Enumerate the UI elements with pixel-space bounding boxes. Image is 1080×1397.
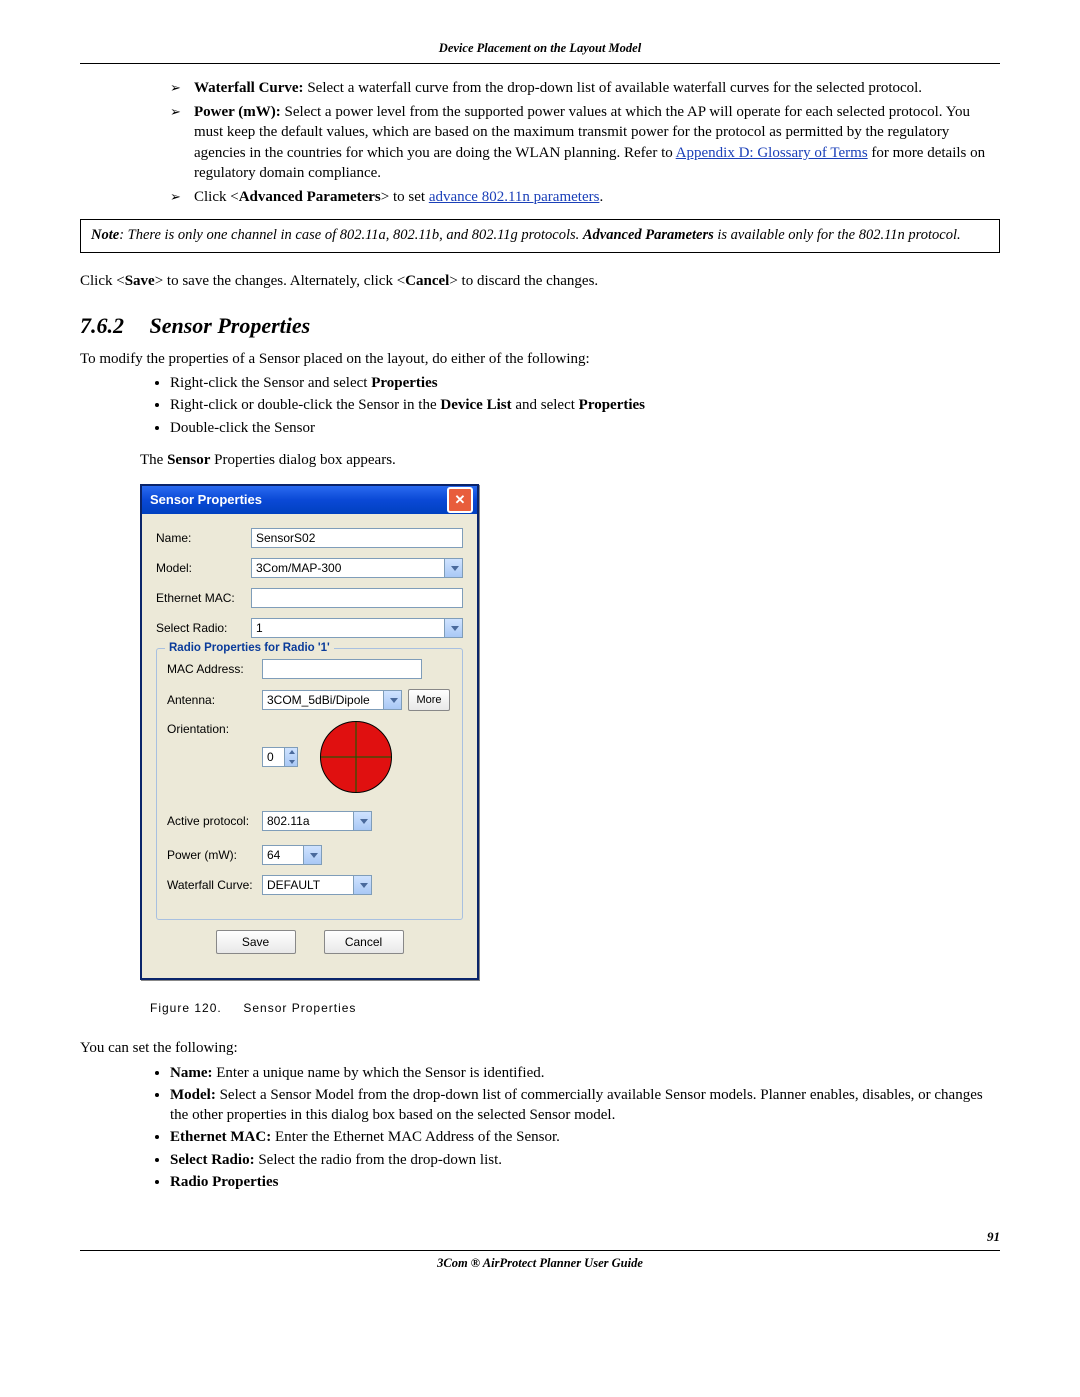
page: Device Placement on the Layout Model Wat… [40, 0, 1040, 1291]
item-advanced: Click <Advanced Parameters> to set advan… [170, 187, 1000, 207]
chevron-down-icon [451, 626, 459, 631]
label-name: Name: [156, 530, 251, 546]
label-radio: Select Radio: [156, 620, 251, 636]
cancel-button[interactable]: Cancel [324, 930, 404, 954]
footer: 3Com ® AirProtect Planner User Guide [80, 1251, 1000, 1272]
prop-emac: Ethernet MAC: Enter the Ethernet MAC Add… [170, 1127, 1000, 1147]
prop-name: Name: Enter a unique name by which the S… [170, 1063, 1000, 1083]
mid: > to set [381, 189, 429, 205]
radio-properties-group: Radio Properties for Radio '1' MAC Addre… [156, 648, 463, 920]
model-combo[interactable]: 3Com/MAP-300 [251, 558, 463, 578]
step-1: Right-click the Sensor and select Proper… [170, 373, 1000, 393]
prop-model: Model: Select a Sensor Model from the dr… [170, 1085, 1000, 1126]
bold: Advanced Parameters [239, 189, 381, 205]
figure-title: Sensor Properties [243, 1001, 356, 1015]
chevron-down-icon [360, 883, 368, 888]
close-icon: ✕ [455, 491, 466, 509]
running-head: Device Placement on the Layout Model [80, 40, 1000, 64]
dialog-body: Name: SensorS02 Model: 3Com/MAP-300 Ethe… [142, 514, 477, 978]
figure-caption: Figure 120. Sensor Properties [150, 1000, 1000, 1016]
ethernet-mac-field[interactable] [251, 588, 463, 608]
section-heading: 7.6.2 Sensor Properties [80, 311, 1000, 341]
close-button[interactable]: ✕ [447, 487, 473, 513]
section-title: Sensor Properties [150, 313, 311, 338]
properties-list: Name: Enter a unique name by which the S… [80, 1063, 1000, 1193]
name-field[interactable]: SensorS02 [251, 528, 463, 548]
pre: Click < [194, 189, 239, 205]
note-tail: is available only for the 802.11n protoc… [714, 227, 961, 243]
label-power: Power (mW): [167, 847, 262, 863]
text: Select a waterfall curve from the drop-d… [307, 80, 922, 96]
save-instruction: Click <Save> to save the changes. Altern… [80, 271, 1000, 291]
chevron-down-icon [451, 566, 459, 571]
chevron-down-icon [390, 698, 398, 703]
intro-text: To modify the properties of a Sensor pla… [80, 349, 1000, 369]
power-combo[interactable]: 64 [262, 845, 322, 865]
chevron-down-icon [310, 853, 318, 858]
label-antenna: Antenna: [167, 692, 262, 708]
antenna-combo[interactable]: 3COM_5dBi/Dipole [262, 690, 402, 710]
label-active: Active protocol: [167, 813, 262, 829]
select-radio-combo[interactable]: 1 [251, 618, 463, 638]
howto-list: Right-click the Sensor and select Proper… [80, 373, 1000, 438]
save-button[interactable]: Save [216, 930, 296, 954]
label: Waterfall Curve: [194, 80, 304, 96]
link-glossary[interactable]: Appendix D: Glossary of Terms [676, 145, 868, 161]
section-number: 7.6.2 [80, 311, 144, 341]
label-waterfall: Waterfall Curve: [167, 877, 262, 893]
post: . [599, 189, 603, 205]
mac-field[interactable] [262, 659, 422, 679]
orientation-spinner[interactable]: 0 [262, 747, 298, 767]
chevron-down-icon [360, 819, 368, 824]
dialog-appears: The Sensor Properties dialog box appears… [140, 450, 1000, 470]
prop-rp: Radio Properties [170, 1172, 1000, 1192]
chevron-up-icon [289, 750, 295, 754]
note-box: Note: There is only one channel in case … [80, 219, 1000, 253]
link-advanced-params[interactable]: advance 802.11n parameters [429, 189, 600, 205]
waterfall-combo[interactable]: DEFAULT [262, 875, 372, 895]
figure-number: Figure 120. [150, 1001, 222, 1015]
label: Power (mW): [194, 104, 281, 120]
dialog-title: Sensor Properties [150, 491, 262, 509]
step-3: Double-click the Sensor [170, 418, 1000, 438]
chevron-down-icon [289, 760, 295, 764]
after-text: You can set the following: [80, 1038, 1000, 1058]
dialog-buttons: Save Cancel [156, 920, 463, 968]
sensor-properties-dialog: Sensor Properties ✕ Name: SensorS02 Mode… [140, 484, 479, 980]
label-mac: MAC Address: [167, 661, 262, 677]
more-button[interactable]: More [408, 689, 450, 711]
item-power: Power (mW): Select a power level from th… [170, 102, 1000, 183]
page-number: 91 [80, 1228, 1000, 1246]
top-arrow-list: Waterfall Curve: Select a waterfall curv… [80, 78, 1000, 208]
active-protocol-combo[interactable]: 802.11a [262, 811, 372, 831]
label-emac: Ethernet MAC: [156, 590, 251, 606]
label-model: Model: [156, 560, 251, 576]
note-bold: Advanced Parameters [583, 227, 714, 243]
prop-radio: Select Radio: Select the radio from the … [170, 1150, 1000, 1170]
item-waterfall: Waterfall Curve: Select a waterfall curv… [170, 78, 1000, 98]
note-prefix: Note [91, 227, 119, 243]
label-orientation: Orientation: [167, 721, 262, 737]
note-body: : There is only one channel in case of 8… [119, 227, 583, 243]
group-legend: Radio Properties for Radio '1' [165, 641, 334, 657]
antenna-pattern-icon [320, 721, 392, 793]
titlebar: Sensor Properties ✕ [142, 486, 477, 514]
step-2: Right-click or double-click the Sensor i… [170, 395, 1000, 415]
